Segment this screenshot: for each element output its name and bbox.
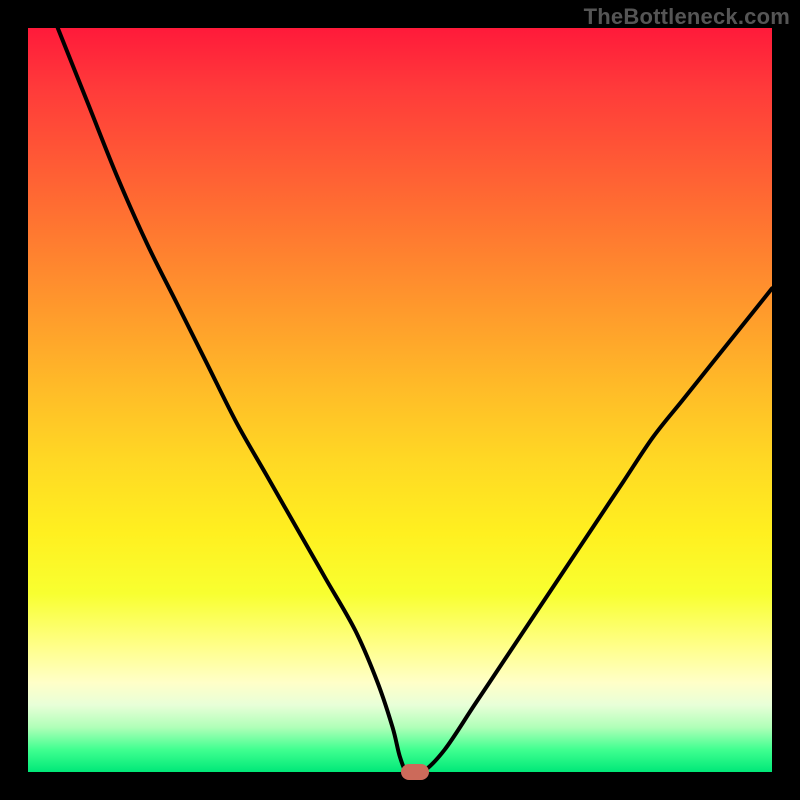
optimal-point-marker <box>401 764 429 780</box>
bottleneck-curve <box>28 28 772 772</box>
watermark-text: TheBottleneck.com <box>584 4 790 30</box>
chart-plot-area <box>28 28 772 772</box>
